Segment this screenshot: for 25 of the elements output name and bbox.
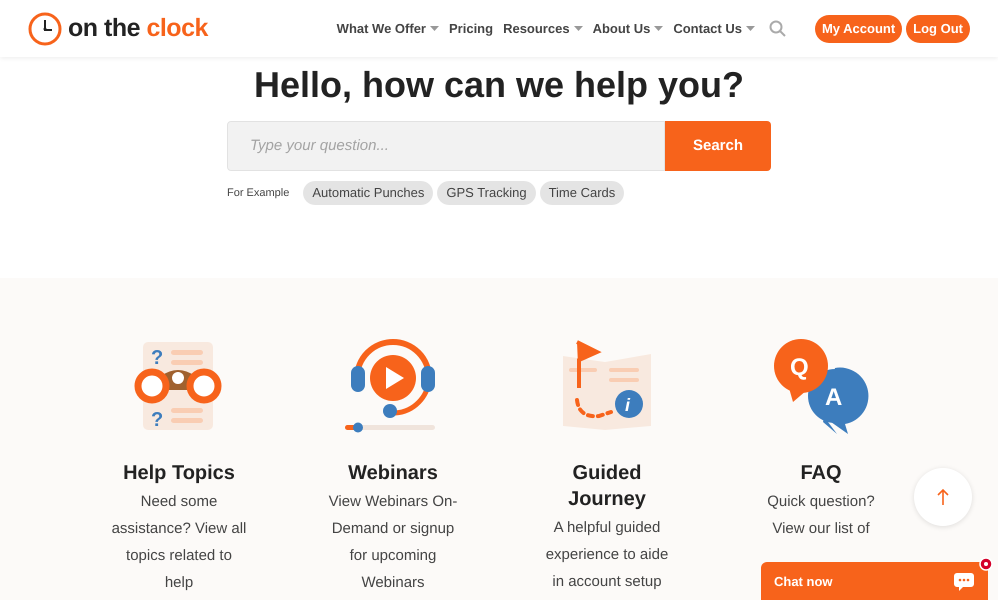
notification-dot-icon — [979, 557, 993, 571]
nav-link[interactable]: What We Offer — [336, 18, 439, 38]
question-search-field[interactable]: Type your question... — [227, 121, 665, 171]
search-icon[interactable] — [768, 20, 787, 38]
card-description: A helpful guided experience to aide in account setup — [544, 518, 670, 592]
chat-bubble-icon — [954, 573, 974, 591]
card-description: Need some assistance? View all topics related to help — [110, 492, 248, 593]
card-title[interactable]: Help Topics — [119, 460, 239, 486]
nav-link[interactable]: Resources — [503, 18, 583, 38]
logo-wordmark[interactable]: on the clock — [68, 10, 208, 48]
card-title[interactable]: Guided Journey — [547, 460, 667, 512]
example-chip[interactable]: GPS Tracking — [437, 181, 536, 205]
card-description: Quick question? View our list of — [766, 492, 876, 539]
clock-logo-icon[interactable] — [28, 12, 62, 46]
card-title[interactable]: Webinars — [333, 460, 453, 486]
nav-link[interactable]: Contact Us — [673, 18, 755, 38]
example-chip[interactable]: Time Cards — [540, 181, 624, 205]
hero-title: Hello, how can we help you? — [254, 63, 744, 107]
nav-link[interactable]: Pricing — [449, 18, 494, 38]
card-description: View Webinars On- Demand or signup for upcoming Webinars — [328, 492, 458, 593]
card-title[interactable]: FAQ — [761, 460, 881, 486]
nav-link[interactable]: About Us — [592, 18, 664, 38]
example-chip[interactable]: Automatic Punches — [303, 181, 434, 205]
up-arrow-icon — [937, 488, 949, 506]
examples-label: For Example — [227, 186, 290, 201]
